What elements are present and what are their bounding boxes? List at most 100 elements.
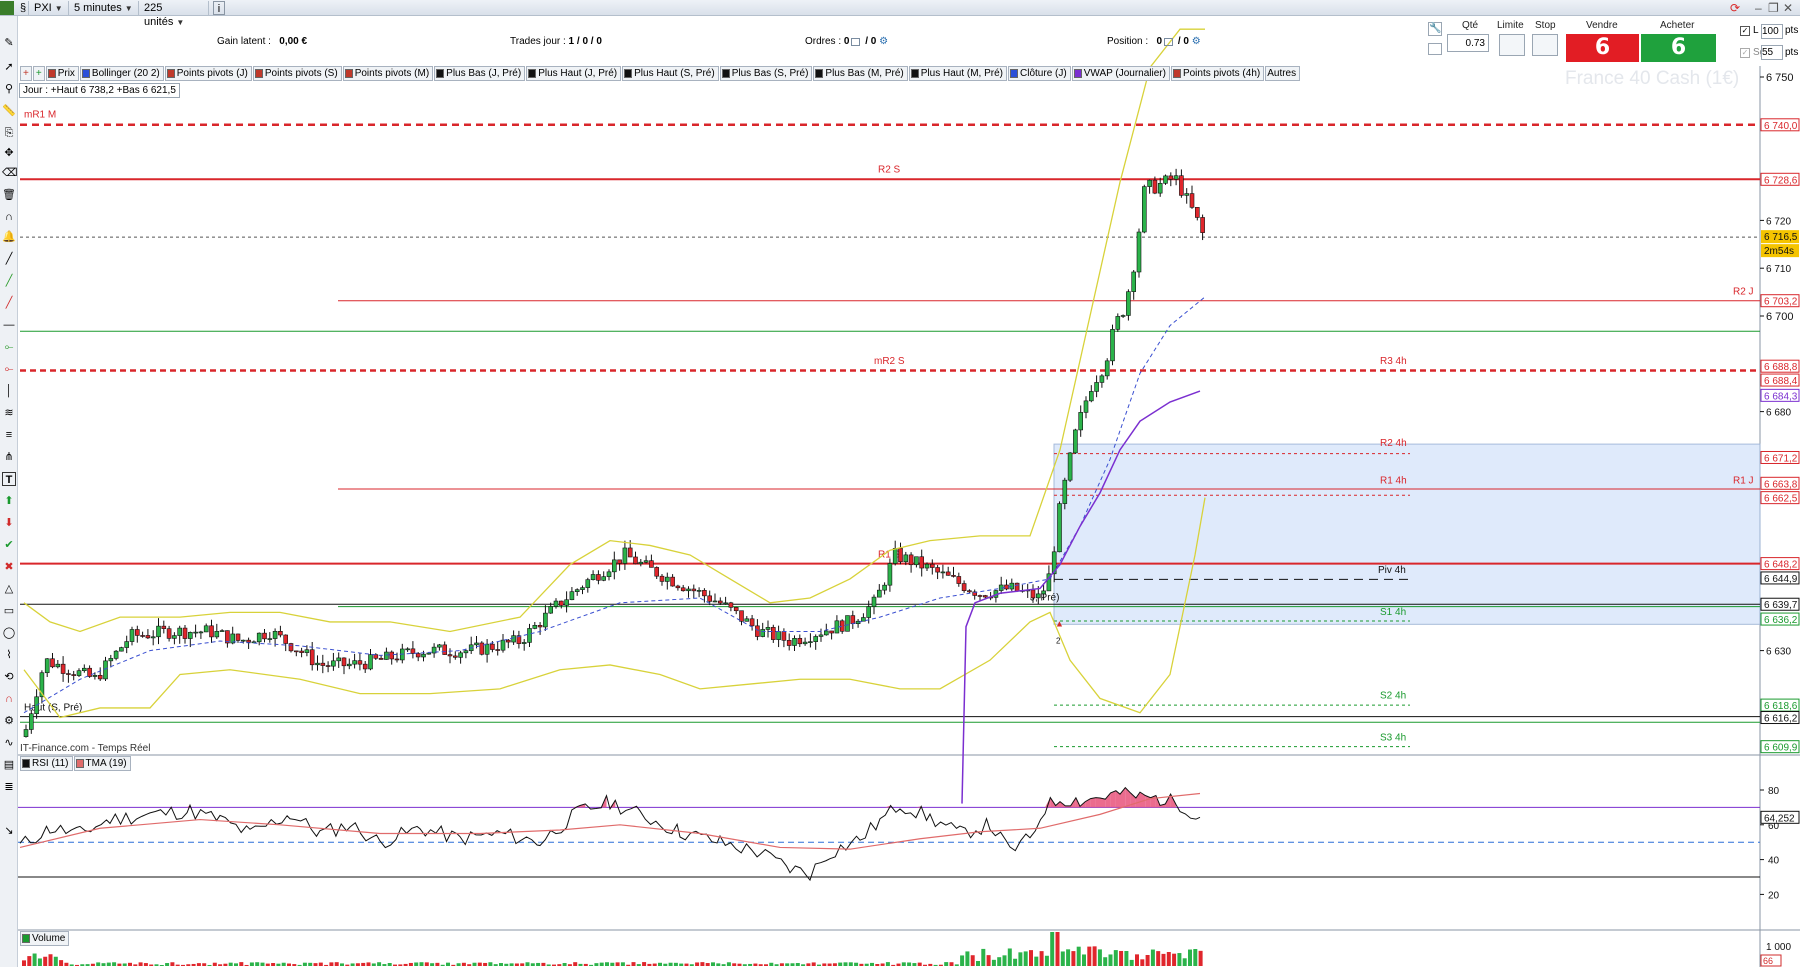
tab-add-green[interactable]: + (32, 66, 45, 81)
volume-bar (509, 963, 514, 966)
tab-indicator-1[interactable]: Bollinger (20 2) (79, 66, 164, 81)
horizontal-ray-red-icon[interactable]: ⟜ (2, 362, 16, 376)
candle-body (1083, 400, 1089, 413)
tab-indicator-9[interactable]: Plus Bas (M, Pré) (813, 66, 908, 81)
tab-subindicator-0[interactable]: RSI (11) (20, 756, 73, 771)
cycle-icon[interactable]: ⟲ (2, 670, 16, 684)
check-icon[interactable]: ✔ (2, 538, 16, 552)
zoom-icon[interactable]: ⚲ (2, 82, 16, 96)
quantity-input[interactable] (1447, 34, 1489, 52)
template-icon[interactable]: ▤ (2, 758, 16, 772)
tab-indicator-6[interactable]: Plus Haut (J, Pré) (526, 66, 622, 81)
tab-volume[interactable]: Volume (20, 931, 70, 946)
candle-body (611, 559, 617, 573)
restore-icon[interactable]: ❐ (1768, 0, 1779, 16)
copy-icon[interactable]: ⎘ (2, 126, 16, 140)
tab-indicator-3[interactable]: Points pivots (S) (252, 66, 342, 81)
tab-indicator-5[interactable]: Plus Bas (J, Pré) (434, 66, 526, 81)
orders-list-icon[interactable] (851, 37, 861, 46)
vertical-line-icon[interactable]: │ (2, 384, 16, 398)
cursor-icon[interactable]: ➚ (2, 60, 16, 74)
orders-settings-icon[interactable]: ⚙ (879, 36, 888, 47)
timeframe-select[interactable]: 5 minutes ▼ (71, 1, 139, 15)
minimize-icon[interactable]: – (1755, 0, 1762, 16)
pencil-icon[interactable]: ✎ (2, 36, 16, 50)
buy-button[interactable]: 6 717,0 (1641, 34, 1716, 88)
arrow-down-icon[interactable]: ⬇ (2, 516, 16, 530)
trash-icon[interactable]: 🗑 (2, 188, 16, 202)
candle-body (845, 615, 850, 632)
candle-body (87, 667, 92, 677)
link-icon[interactable]: § (17, 1, 29, 15)
horizontal-line-icon[interactable]: — (2, 318, 16, 332)
volume-bar (907, 962, 912, 966)
fibonacci-icon[interactable]: ≡ (2, 428, 16, 442)
tab-indicator-2[interactable]: Points pivots (J) (164, 66, 252, 81)
alert-bell-icon[interactable]: 🔔 (2, 230, 16, 244)
candle-body (866, 606, 872, 618)
candle-body (781, 631, 787, 641)
price-chart[interactable]: mR1 MR2 SR2 JmR2 S R3 4hR2 4hR1 JR1 4hR1 … (0, 0, 1800, 967)
arrow-up-icon[interactable]: ⬆ (2, 494, 16, 508)
tab-indicator-7[interactable]: Plus Haut (S, Pré) (622, 66, 719, 81)
scroll-arrow-icon[interactable]: ↘ (2, 824, 16, 838)
ellipse-icon[interactable]: ◯ (2, 626, 16, 640)
ruler-icon[interactable]: 📏 (2, 104, 16, 118)
position-settings-icon[interactable]: ⚙ (1192, 36, 1201, 47)
layers-icon[interactable]: ≣ (2, 780, 16, 794)
trend-line-red-icon[interactable]: ╱ (2, 296, 16, 310)
tab-indicator-11[interactable]: Clôture (J) (1008, 66, 1071, 81)
candle-body (44, 658, 50, 674)
tab-indicator-10[interactable]: Plus Haut (M, Pré) (908, 66, 1008, 81)
info-button[interactable]: i (213, 1, 225, 15)
channel-icon[interactable]: ≋ (2, 406, 16, 420)
line-tool-icon[interactable]: ╱ (2, 252, 16, 266)
cross-icon[interactable]: ✖ (2, 560, 16, 574)
candle-body (474, 642, 479, 646)
sg-checkbox[interactable]: ✓ (1740, 48, 1750, 58)
polyline-icon[interactable]: ⌇ (2, 648, 16, 662)
tab-indicator-14[interactable]: Autres (1265, 66, 1301, 81)
sell-button[interactable]: 6 716,0 (1566, 34, 1639, 88)
candle-body (55, 663, 61, 668)
keyboard-icon[interactable] (1428, 43, 1442, 55)
signal-marker: ▲ (1055, 619, 1064, 629)
volume-bar (589, 964, 594, 966)
volume-bar (212, 962, 217, 966)
stop-order-button[interactable] (1532, 34, 1558, 56)
tab-indicator-13[interactable]: Points pivots (4h) (1170, 66, 1265, 81)
pitchfork-icon[interactable]: ⋔ (2, 450, 16, 464)
volume-bar (191, 963, 196, 966)
tab-add[interactable]: + (20, 66, 32, 81)
volume-bar (149, 964, 154, 966)
close-icon[interactable]: ✕ (1783, 0, 1793, 16)
tab-indicator-8[interactable]: Plus Bas (S, Pré) (719, 66, 813, 81)
tab-indicator-12[interactable]: VWAP (Journalier) (1071, 66, 1170, 81)
limit-order-button[interactable] (1499, 34, 1525, 56)
instrument-select[interactable]: PXI ▼ (31, 1, 69, 15)
magnet-red-icon[interactable]: ∩ (2, 692, 16, 706)
rectangle-icon[interactable]: ▭ (2, 604, 16, 618)
eraser-icon[interactable]: ⌫ (2, 166, 18, 180)
wrench-icon[interactable]: 🔧 (1428, 22, 1442, 36)
l-distance-input[interactable] (1761, 24, 1783, 39)
indicator-icon[interactable]: ∿ (2, 736, 16, 750)
sg-distance-input[interactable] (1761, 45, 1783, 60)
units-select[interactable]: 225 unités ▼ (141, 1, 209, 28)
tab-indicator-4[interactable]: Points pivots (M) (342, 66, 434, 81)
l-checkbox[interactable]: ✓ (1740, 26, 1750, 36)
position-list-icon[interactable] (1164, 37, 1174, 46)
move-icon[interactable]: ✥ (2, 146, 16, 160)
horizontal-ray-green-icon[interactable]: ⟜ (2, 340, 16, 354)
triangle-icon[interactable]: △ (2, 582, 16, 596)
volume-bar (1188, 949, 1192, 966)
level-tag: 6 616,2 (1764, 714, 1798, 725)
tab-indicator-0[interactable]: Prix (45, 66, 79, 81)
refresh-icon[interactable]: ⟳ (1730, 0, 1740, 16)
text-tool-icon[interactable]: T (2, 472, 16, 486)
magnet-icon[interactable]: ∩ (2, 210, 16, 224)
settings-icon[interactable]: ⚙ (2, 714, 16, 728)
candle-body (394, 658, 400, 661)
tab-subindicator-1[interactable]: TMA (19) (73, 756, 131, 771)
trend-line-green-icon[interactable]: ╱ (2, 274, 16, 288)
